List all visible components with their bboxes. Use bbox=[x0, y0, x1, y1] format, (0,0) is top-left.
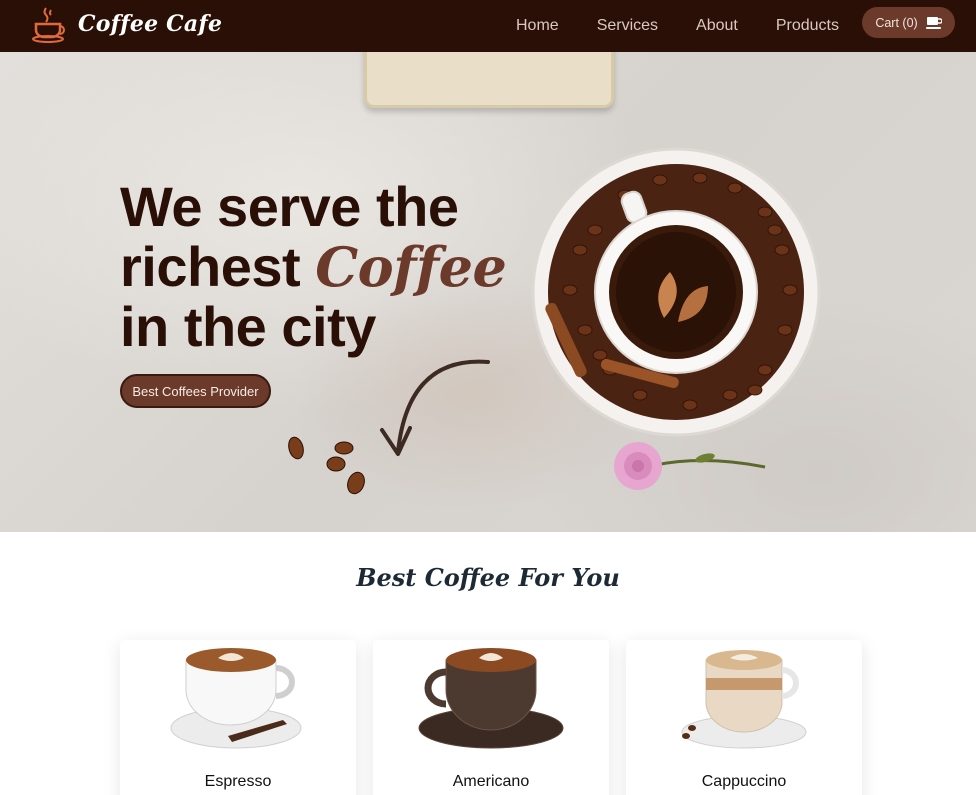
site-header: Coffee Cafe Home Services About Products… bbox=[0, 0, 976, 52]
cup-icon bbox=[925, 16, 942, 29]
best-coffees-provider-button[interactable]: Best Coffees Provider bbox=[120, 374, 271, 408]
main-nav: Home Services About Products bbox=[497, 0, 858, 52]
cart-button[interactable]: Cart (0) bbox=[862, 7, 955, 38]
product-name: Espresso bbox=[204, 773, 272, 790]
headline-line-2: richest Coffee bbox=[120, 235, 507, 299]
americano-image bbox=[418, 648, 564, 749]
product-name: Americano bbox=[452, 773, 530, 790]
product-card-espresso[interactable]: Espresso bbox=[120, 640, 356, 795]
headline-accent: Coffee bbox=[315, 235, 507, 299]
nav-products[interactable]: Products bbox=[776, 17, 839, 35]
cappuccino-image bbox=[681, 650, 807, 749]
hero-section: We serve the richest Coffee in the city … bbox=[0, 52, 976, 532]
nav-home[interactable]: Home bbox=[516, 17, 559, 35]
nav-services[interactable]: Services bbox=[597, 17, 658, 35]
headline-line-1: We serve the bbox=[120, 175, 459, 238]
brand-logo[interactable]: Coffee Cafe bbox=[30, 4, 222, 44]
coffee-cup-icon bbox=[32, 7, 65, 43]
arrow-doodle bbox=[396, 359, 490, 454]
espresso-image bbox=[170, 648, 302, 749]
cart-label: Cart (0) bbox=[875, 15, 918, 30]
product-name: Cappuccino bbox=[701, 773, 787, 790]
scattered-beans bbox=[288, 436, 365, 495]
product-card-cappuccino[interactable]: Cappuccino bbox=[626, 640, 862, 795]
nav-about[interactable]: About bbox=[696, 17, 738, 35]
brand-name: Coffee Cafe bbox=[78, 11, 223, 37]
product-card-americano[interactable]: Americano bbox=[373, 640, 609, 795]
headline-line-3: in the city bbox=[120, 295, 376, 358]
products-section-title: Best Coffee For You bbox=[356, 563, 620, 592]
hero-headline: We serve the richest Coffee in the city bbox=[120, 177, 520, 357]
